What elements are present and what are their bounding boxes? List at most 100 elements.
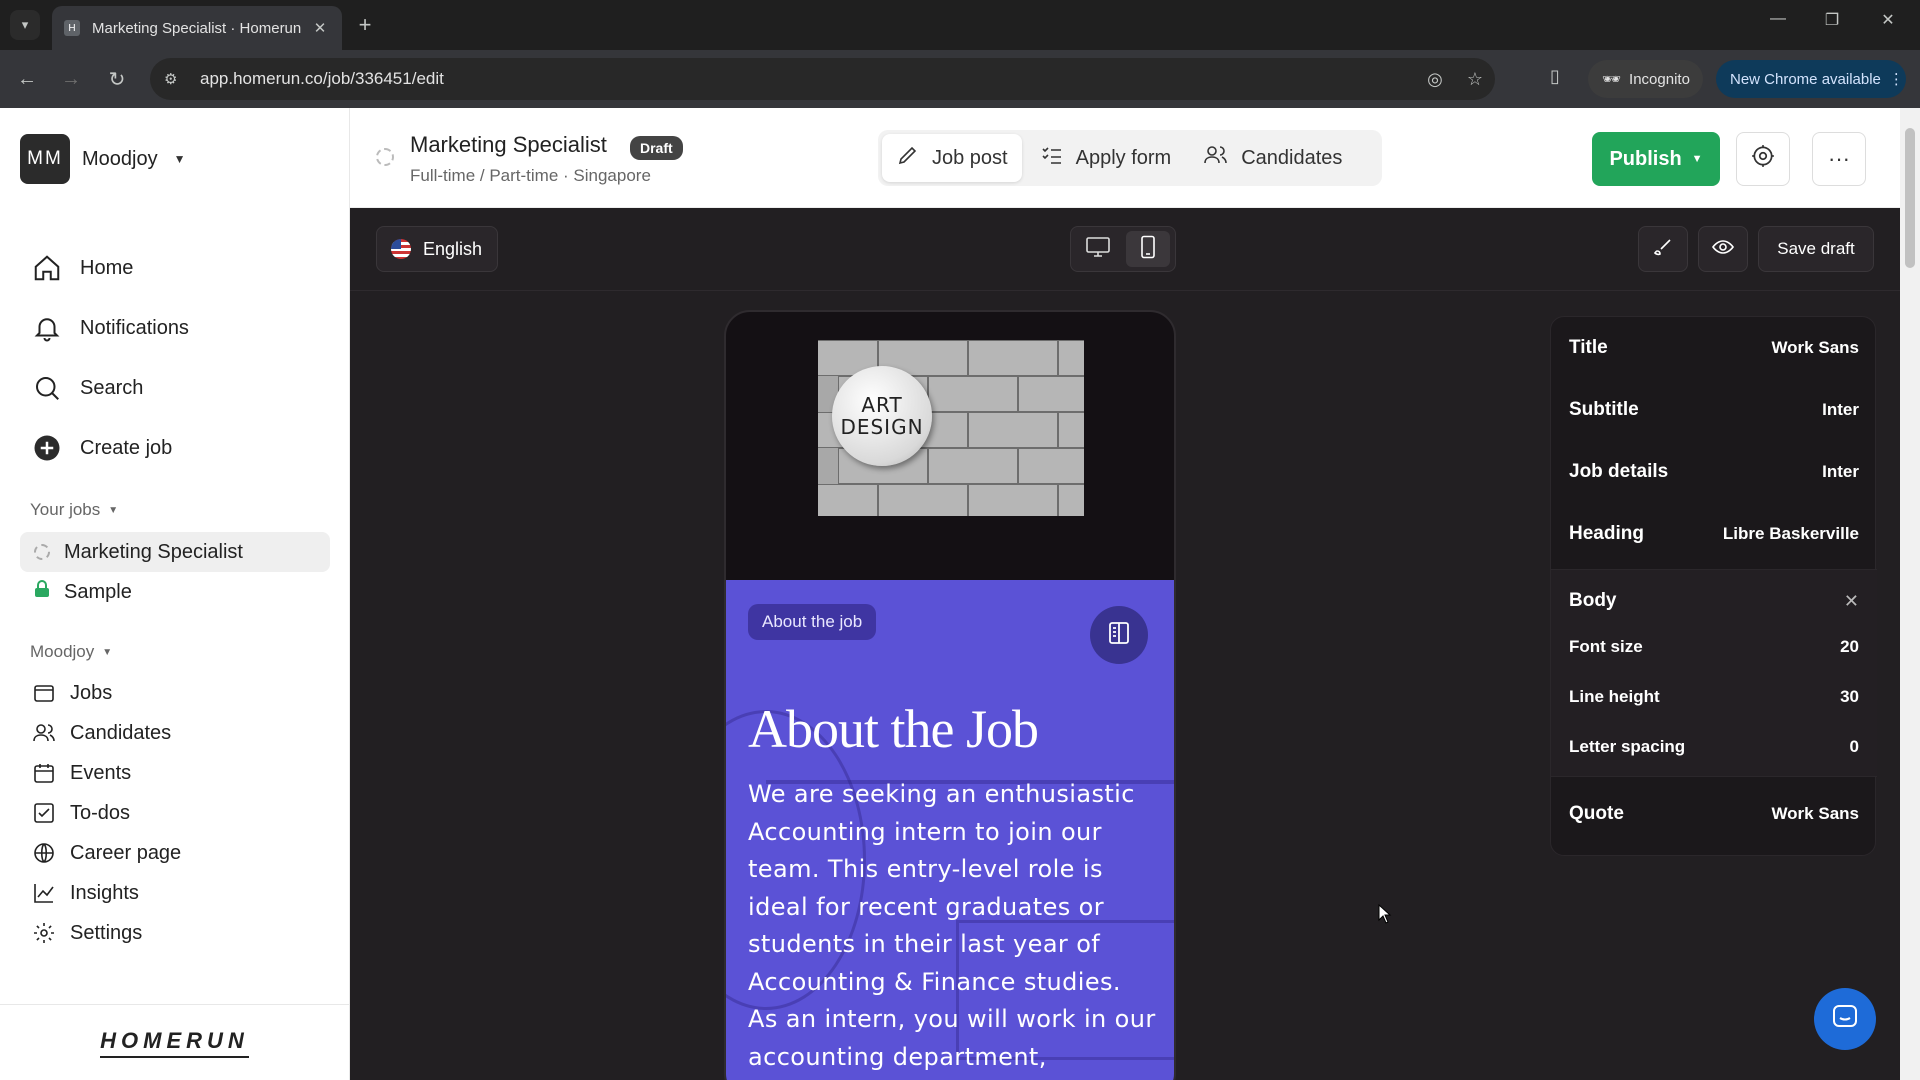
editor-canvas: English Save draft ART DESIGN About the … (350, 208, 1900, 1080)
hero-image[interactable]: ART DESIGN (818, 340, 1084, 516)
url-text[interactable]: app.homerun.co/job/336451/edit (200, 69, 1415, 89)
typo-font-size[interactable]: Font size 20 (1551, 622, 1877, 672)
desktop-view-button[interactable] (1076, 231, 1120, 267)
nav-candidates[interactable]: Candidates (30, 713, 181, 753)
typo-subtitle-font: Inter (1822, 400, 1859, 419)
mobile-view-button[interactable] (1126, 231, 1170, 267)
tab-candidates[interactable]: Candidates (1189, 134, 1356, 182)
job-settings-button[interactable] (1736, 132, 1790, 186)
workspace-name: Moodjoy (82, 147, 158, 170)
nav-jobs[interactable]: Jobs (30, 673, 181, 713)
nav-career-page[interactable]: Career page (30, 833, 181, 873)
language-selector[interactable]: English (376, 226, 498, 272)
status-badge: Draft (630, 136, 683, 160)
typo-row-subtitle[interactable]: Subtitle Inter (1551, 379, 1877, 441)
typo-line-height[interactable]: Line height 30 (1551, 672, 1877, 722)
about-pill[interactable]: About the job (748, 604, 877, 640)
jobs-icon (30, 679, 58, 707)
page-scrollbar[interactable] (1900, 108, 1920, 1080)
device-toggle (1070, 226, 1176, 272)
nav-create-job[interactable]: Create job (30, 418, 189, 478)
typo-subtitle-label: Subtitle (1569, 399, 1639, 420)
moodjoy-section[interactable]: Moodjoy ▼ (30, 642, 112, 662)
eye-off-icon[interactable]: ◎ (1415, 69, 1455, 90)
nav-events-label: Events (70, 761, 132, 784)
nav-todos[interactable]: To-dos (30, 793, 181, 833)
save-draft-label: Save draft (1777, 239, 1855, 258)
font-size-label: Font size (1569, 637, 1643, 656)
nav-notifications[interactable]: Notifications (30, 298, 189, 358)
forward-icon[interactable]: → (56, 64, 86, 94)
side-panel-icon[interactable]: ▯ (1540, 66, 1570, 87)
nav-insights[interactable]: Insights (30, 873, 181, 913)
typo-row-heading[interactable]: Heading Libre Baskerville (1551, 503, 1877, 565)
typo-letter-spacing[interactable]: Letter spacing 0 (1551, 722, 1877, 772)
main-area: Marketing Specialist Draft Full-time / P… (350, 108, 1920, 1080)
nav-events[interactable]: Events (30, 753, 181, 793)
line-height-value[interactable]: 30 (1840, 687, 1859, 707)
nav-todos-label: To-dos (70, 801, 131, 824)
job-tabs: Job post Apply form Candidates (878, 130, 1382, 186)
browser-toolbar: ← → ↻ ⚙ app.homerun.co/job/336451/edit ◎… (0, 50, 1920, 108)
your-jobs-section[interactable]: Your jobs ▼ (30, 500, 118, 520)
new-tab-button[interactable]: + (352, 12, 378, 38)
new-chrome-button[interactable]: New Chrome available ⋮ (1716, 60, 1906, 98)
tab-apply-form[interactable]: Apply form (1026, 134, 1186, 182)
tab-search-button[interactable]: ▾ (10, 10, 40, 40)
font-size-value[interactable]: 20 (1840, 637, 1859, 657)
nav-insights-label: Insights (70, 881, 139, 904)
nav-home[interactable]: Home (30, 238, 189, 298)
close-tab-icon[interactable]: ✕ (310, 19, 330, 37)
about-body[interactable]: We are seeking an enthusiastic Accountin… (748, 776, 1158, 1076)
minimize-icon[interactable]: — (1758, 10, 1798, 28)
nav-search[interactable]: Search (30, 358, 189, 418)
site-info-icon[interactable]: ⚙ (164, 70, 194, 88)
nav-settings-label: Settings (70, 921, 143, 944)
more-options-button[interactable]: ··· (1812, 132, 1866, 186)
address-bar[interactable]: ⚙ app.homerun.co/job/336451/edit ◎ ☆ (150, 58, 1495, 100)
bookmark-star-icon[interactable]: ☆ (1455, 69, 1495, 90)
sidebar-job-sample[interactable]: Sample (20, 572, 330, 612)
nav-settings[interactable]: Settings (30, 913, 181, 953)
mobile-preview: ART DESIGN About the job About the Job W… (724, 310, 1176, 1080)
chevron-down-icon: ▼ (102, 646, 113, 658)
back-icon[interactable]: ← (12, 64, 42, 94)
browser-tab[interactable]: H Marketing Specialist · Homerun ✕ (52, 6, 342, 50)
logo-line-2: DESIGN (840, 415, 924, 439)
restore-icon[interactable]: ❐ (1812, 10, 1852, 30)
draft-status-icon (34, 544, 50, 560)
typo-row-quote[interactable]: Quote Work Sans (1551, 783, 1877, 845)
typo-body-editor: Body ✕ Font size 20 Line height 30 Lette… (1551, 569, 1877, 777)
incognito-indicator[interactable]: 🕶 Incognito (1588, 60, 1703, 98)
preview-button[interactable] (1698, 226, 1748, 272)
publish-button[interactable]: Publish ▼ (1592, 132, 1720, 186)
checkbox-icon (30, 799, 58, 827)
letter-spacing-value[interactable]: 0 (1850, 737, 1859, 757)
save-draft-button[interactable]: Save draft (1758, 226, 1874, 272)
tab-job-post[interactable]: Job post (882, 134, 1022, 182)
nav-jobs-label: Jobs (70, 681, 113, 704)
logo-line-1: ART (861, 393, 903, 417)
typo-row-title[interactable]: Title Work Sans (1551, 317, 1877, 379)
candidates-icon (1203, 143, 1229, 173)
sidebar-job-marketing-specialist[interactable]: Marketing Specialist (20, 532, 330, 572)
workspace-nav: Jobs Candidates Events To-dos Career pag… (30, 673, 181, 953)
typo-row-job-details[interactable]: Job details Inter (1551, 441, 1877, 503)
reload-icon[interactable]: ↻ (102, 64, 132, 94)
tab-title: Marketing Specialist · Homerun (92, 19, 302, 37)
workspace-switcher[interactable]: MM Moodjoy ▼ (20, 134, 186, 184)
close-icon[interactable]: ✕ (1844, 591, 1859, 612)
nav-career-page-label: Career page (70, 841, 182, 864)
edit-section-button[interactable] (1090, 606, 1148, 664)
sidebar-footer: HOMERUN (0, 1004, 349, 1080)
line-height-label: Line height (1569, 687, 1660, 706)
plus-circle-icon (30, 431, 64, 465)
about-heading[interactable]: About the Job (748, 698, 1039, 760)
chat-support-button[interactable] (1814, 988, 1876, 1050)
nav-home-label: Home (80, 256, 134, 279)
design-button[interactable] (1638, 226, 1688, 272)
close-window-icon[interactable]: ✕ (1868, 10, 1908, 30)
candidates-icon (30, 719, 58, 747)
scrollbar-thumb[interactable] (1905, 128, 1915, 268)
chevron-down-icon: ▼ (173, 152, 186, 166)
